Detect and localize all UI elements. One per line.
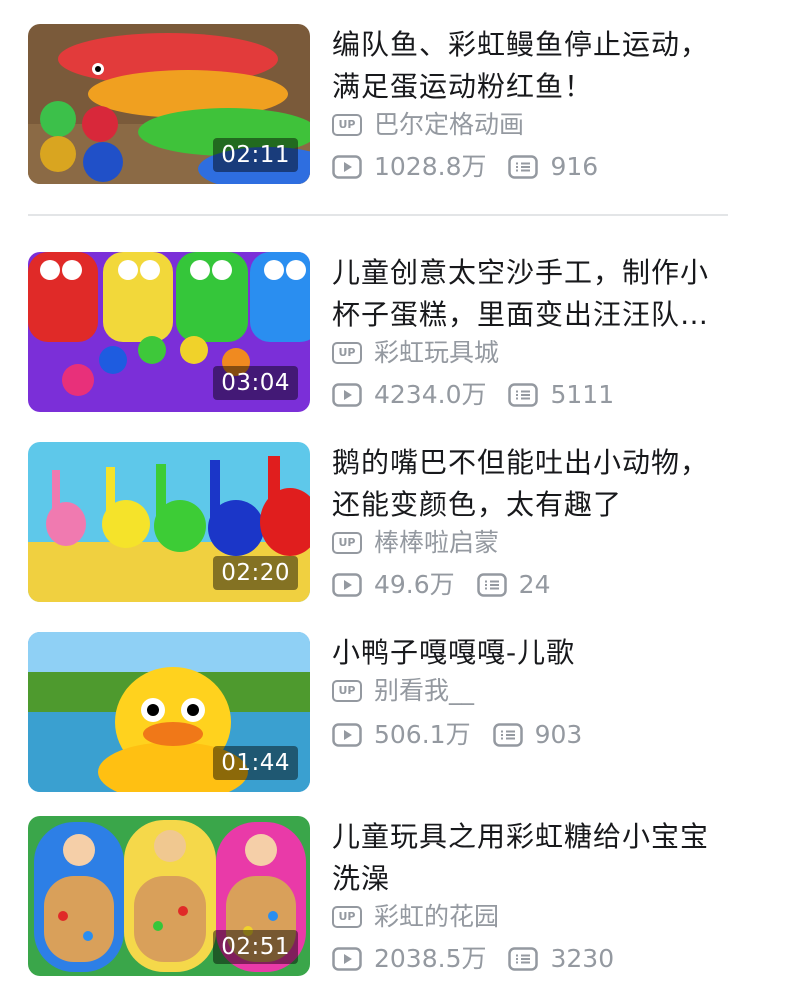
comment-count: 24 — [518, 570, 551, 599]
comment-count: 3230 — [550, 944, 615, 973]
video-thumbnail[interactable]: 02:51 — [28, 816, 310, 976]
video-info: 小鸭子嘎嘎嘎-儿歌 UP 别看我__ 506.1万 903 — [332, 632, 732, 792]
uploader-name: 棒棒啦启蒙 — [374, 528, 500, 557]
comment-icon — [508, 155, 539, 179]
view-count: 506.1万 — [374, 720, 471, 749]
video-thumbnail[interactable]: 01:44 — [28, 632, 310, 792]
stats-row: 1028.8万 916 — [332, 152, 598, 182]
view-count: 2038.5万 — [374, 944, 487, 973]
play-count-icon — [332, 947, 362, 971]
video-card[interactable]: 02:11 编队鱼、彩虹鳗鱼停止运动，满足蛋运动粉红鱼！ UP 巴尔定格动画 1… — [0, 24, 786, 184]
play-count-icon — [332, 383, 362, 407]
uploader-row[interactable]: UP 巴尔定格动画 — [332, 110, 524, 140]
up-badge-icon: UP — [332, 114, 362, 136]
video-info: 儿童玩具之用彩虹糖给小宝宝洗澡 UP 彩虹的花园 2038.5万 3230 — [332, 816, 732, 976]
video-title[interactable]: 儿童创意太空沙手工，制作小杯子蛋糕，里面变出汪汪队… — [332, 252, 732, 336]
uploader-name: 彩虹的花园 — [374, 902, 500, 931]
uploader-row[interactable]: UP 棒棒啦启蒙 — [332, 528, 499, 558]
video-duration: 02:51 — [213, 930, 298, 964]
stats-row: 506.1万 903 — [332, 720, 582, 750]
comment-icon — [492, 723, 523, 747]
comment-count: 903 — [534, 720, 583, 749]
video-thumbnail[interactable]: 02:20 — [28, 442, 310, 602]
up-badge-icon: UP — [332, 906, 362, 928]
uploader-row[interactable]: UP 彩虹的花园 — [332, 902, 499, 932]
view-count: 4234.0万 — [374, 380, 487, 409]
play-count-icon — [332, 573, 362, 597]
video-info: 鹅的嘴巴不但能吐出小动物，还能变颜色，太有趣了 UP 棒棒啦启蒙 49.6万 2… — [332, 442, 732, 602]
video-card[interactable]: 02:20 鹅的嘴巴不但能吐出小动物，还能变颜色，太有趣了 UP 棒棒啦启蒙 4… — [0, 442, 786, 602]
video-duration: 01:44 — [213, 746, 298, 780]
video-info: 儿童创意太空沙手工，制作小杯子蛋糕，里面变出汪汪队… UP 彩虹玩具城 4234… — [332, 252, 732, 412]
comment-count: 5111 — [550, 380, 615, 409]
uploader-row[interactable]: UP 别看我__ — [332, 676, 474, 706]
video-title[interactable]: 编队鱼、彩虹鳗鱼停止运动，满足蛋运动粉红鱼！ — [332, 24, 732, 108]
video-info: 编队鱼、彩虹鳗鱼停止运动，满足蛋运动粉红鱼！ UP 巴尔定格动画 1028.8万… — [332, 24, 732, 184]
video-title[interactable]: 儿童玩具之用彩虹糖给小宝宝洗澡 — [332, 816, 732, 900]
up-badge-icon: UP — [332, 680, 362, 702]
video-thumbnail[interactable]: 02:11 — [28, 24, 310, 184]
comment-icon — [508, 947, 539, 971]
video-duration: 02:20 — [213, 556, 298, 590]
video-title[interactable]: 小鸭子嘎嘎嘎-儿歌 — [332, 632, 732, 674]
play-count-icon — [332, 723, 362, 747]
comment-icon — [508, 383, 539, 407]
video-duration: 02:11 — [213, 138, 298, 172]
uploader-name: 别看我__ — [374, 676, 475, 705]
stats-row: 2038.5万 3230 — [332, 944, 614, 974]
uploader-row[interactable]: UP 彩虹玩具城 — [332, 338, 499, 368]
up-badge-icon: UP — [332, 532, 362, 554]
view-count: 49.6万 — [374, 570, 455, 599]
video-title[interactable]: 鹅的嘴巴不但能吐出小动物，还能变颜色，太有趣了 — [332, 442, 732, 526]
play-count-icon — [332, 155, 362, 179]
up-badge-icon: UP — [332, 342, 362, 364]
comment-icon — [476, 573, 507, 597]
video-list: 02:11 编队鱼、彩虹鳗鱼停止运动，满足蛋运动粉红鱼！ UP 巴尔定格动画 1… — [0, 0, 786, 998]
video-thumbnail[interactable]: 03:04 — [28, 252, 310, 412]
uploader-name: 巴尔定格动画 — [374, 110, 525, 139]
video-card[interactable]: 01:44 小鸭子嘎嘎嘎-儿歌 UP 别看我__ 506.1万 903 — [0, 632, 786, 792]
video-duration: 03:04 — [213, 366, 298, 400]
stats-row: 49.6万 24 — [332, 570, 550, 600]
comment-count: 916 — [550, 152, 599, 181]
video-card[interactable]: 02:51 儿童玩具之用彩虹糖给小宝宝洗澡 UP 彩虹的花园 2038.5万 3… — [0, 816, 786, 976]
view-count: 1028.8万 — [374, 152, 487, 181]
section-divider — [28, 214, 728, 216]
uploader-name: 彩虹玩具城 — [374, 338, 500, 367]
stats-row: 4234.0万 5111 — [332, 380, 614, 410]
video-card[interactable]: 03:04 儿童创意太空沙手工，制作小杯子蛋糕，里面变出汪汪队… UP 彩虹玩具… — [0, 252, 786, 412]
